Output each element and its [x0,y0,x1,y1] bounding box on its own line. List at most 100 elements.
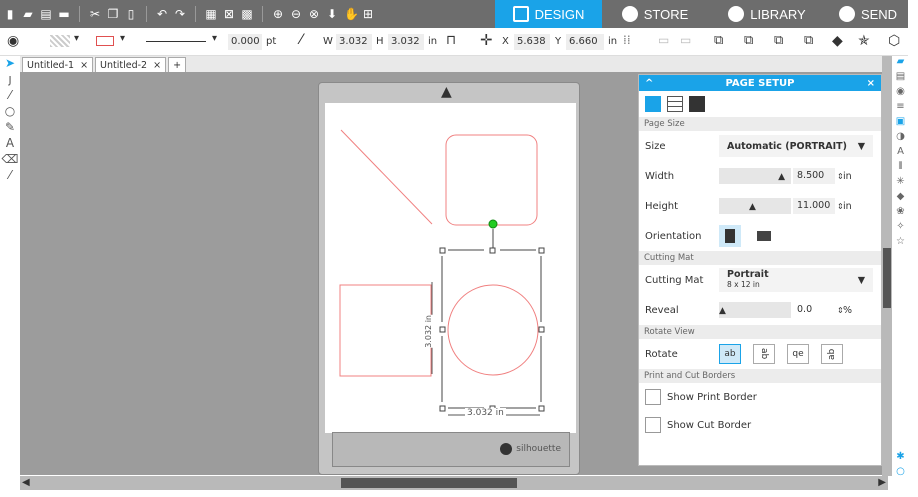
tab-design[interactable]: DESIGN [495,0,602,28]
page-setup-panel-icon[interactable]: ▰ [893,56,908,71]
select-tool-icon[interactable]: ➤ [0,56,20,72]
line-color-swatch[interactable] [96,36,114,46]
subtract-icon[interactable]: ⧉ [744,33,753,48]
close-icon[interactable]: × [867,78,875,89]
point-edit-icon[interactable]: ȷ [0,72,20,88]
ellipse-tool-icon[interactable]: ○ [0,104,20,120]
close-icon[interactable]: × [80,60,88,71]
print-icon[interactable]: ▬ [58,7,70,21]
scroll-thumb[interactable] [341,478,517,488]
deselect-icon[interactable]: ⊠ [223,7,235,21]
3d-shape-icon[interactable]: ⬡ [888,33,900,49]
page-setup-tab-icon[interactable] [645,96,661,112]
zoom-select-icon[interactable]: ⊗ [308,7,320,21]
sketch-panel-icon[interactable]: ▣ [893,116,908,131]
portrait-orientation-button[interactable] [719,225,741,247]
rotate-handle[interactable] [488,219,498,229]
open-file-icon[interactable]: ▰ [22,7,34,21]
crop-icon[interactable]: ⧉ [804,33,813,48]
palette-icon[interactable]: ◉ [7,33,19,49]
save-icon[interactable]: ▤ [40,7,52,21]
doc-tab-untitled-1[interactable]: Untitled-1 × [22,57,94,72]
fit-page-icon[interactable]: ⊞ [362,7,374,21]
refresh-icon[interactable]: ○ [893,466,908,481]
y-input[interactable]: 6.660 [566,34,604,50]
copy-icon[interactable]: ❐ [107,7,119,21]
new-tab-button[interactable]: + [168,57,187,72]
settings-icon[interactable]: ✱ [893,451,908,466]
show-print-border-row[interactable]: Show Print Border [639,383,881,411]
width-input[interactable]: 3.032 [336,34,372,50]
text-tool-icon[interactable]: A [0,136,20,152]
doc-tab-untitled-2[interactable]: Untitled-2 × [95,57,167,72]
line-panel-icon[interactable]: ≡ [893,101,908,116]
selection-handles[interactable] [439,247,545,412]
lock-aspect-icon[interactable]: ⊓ [446,33,456,48]
rounded-square-shape[interactable] [445,134,538,226]
ungroup-icon[interactable]: ▭ [680,33,691,47]
height-input[interactable]: 11.000 [793,198,835,214]
align-panel-icon[interactable]: ⫴ [893,161,908,176]
scroll-right-icon[interactable]: ▶ [878,477,886,488]
landscape-orientation-button[interactable] [757,231,771,241]
rotate-90-button[interactable]: ab [753,344,775,364]
close-icon[interactable]: × [153,60,161,71]
zoom-in-icon[interactable]: ⊕ [272,7,284,21]
line-width-input[interactable]: 0.000 [228,34,262,50]
show-print-border-checkbox[interactable] [645,389,661,405]
reference-point-icon[interactable]: ⁞⁞ [623,33,631,47]
rotate-180-button[interactable]: qe [787,344,809,364]
horizontal-scrollbar[interactable]: ◀ ▶ [20,476,888,490]
transform-panel-icon[interactable]: ◆ [893,191,908,206]
chevron-down-icon[interactable]: ▾ [212,33,217,44]
text-panel-icon[interactable]: A [893,146,908,161]
height-input[interactable]: 3.032 [388,34,424,50]
eraser-tool-icon[interactable]: ⌫ [0,152,20,168]
width-slider[interactable]: ▲ [719,168,791,184]
weld-icon[interactable]: ⧉ [714,33,723,48]
reveal-slider[interactable]: ▲ [719,302,791,318]
fill-color-swatch[interactable] [50,35,70,47]
chevron-down-icon[interactable]: ▾ [74,33,79,44]
redo-icon[interactable]: ↷ [174,7,186,21]
design-store-icon[interactable]: ▤ [893,71,908,86]
fill-shape-icon[interactable]: ◆ [832,33,843,49]
height-slider[interactable]: ▲ [719,198,791,214]
delete-icon[interactable]: ▩ [241,7,253,21]
cut-icon[interactable]: ✂ [89,7,101,21]
move-down-icon[interactable]: ⬇ [326,7,338,21]
rhinestone-panel-icon[interactable]: ❀ [893,206,908,221]
offset-panel-icon[interactable]: ✧ [893,221,908,236]
paste-icon[interactable]: ▯ [125,7,137,21]
intersect-icon[interactable]: ⧉ [774,33,783,48]
line-style-preview[interactable] [146,41,206,42]
trace-panel-icon[interactable]: ☆ [893,236,908,251]
pencil-tool-icon[interactable]: ✎ [0,120,20,136]
show-cut-border-row[interactable]: Show Cut Border [639,411,881,439]
pan-icon[interactable]: ✋ [344,7,359,21]
vertical-scrollbar[interactable] [882,56,892,476]
reveal-input[interactable]: 0.0 [793,302,835,318]
x-input[interactable]: 5.638 [514,34,550,50]
registration-tab-icon[interactable] [689,96,705,112]
width-input[interactable]: 8.500 [793,168,835,184]
square-shape[interactable] [339,284,432,377]
tab-store[interactable]: STORE [605,0,705,28]
knife-tool-icon[interactable]: ⁄ [0,168,20,184]
size-select[interactable]: Automatic (PORTRAIT) ▼ [719,135,873,157]
line-tool-icon[interactable]: ⁄ [0,88,20,104]
show-cut-border-checkbox[interactable] [645,417,661,433]
chevron-down-icon[interactable]: ▾ [120,33,125,44]
rotate-0-button[interactable]: ab [719,344,741,364]
scroll-left-icon[interactable]: ◀ [22,477,30,488]
group-icon[interactable]: ▭ [658,33,669,47]
fill-panel-icon[interactable]: ◉ [893,86,908,101]
contrast-panel-icon[interactable]: ◑ [893,131,908,146]
replicate-panel-icon[interactable]: ✳ [893,176,908,191]
rotate-270-button[interactable]: ab [821,344,843,364]
grid-tab-icon[interactable] [667,96,683,112]
undo-icon[interactable]: ↶ [156,7,168,21]
new-file-icon[interactable]: ▮ [4,7,16,21]
circle-shape[interactable] [447,284,539,376]
cutting-mat-select[interactable]: Portrait 8 x 12 in ▼ [719,268,873,292]
